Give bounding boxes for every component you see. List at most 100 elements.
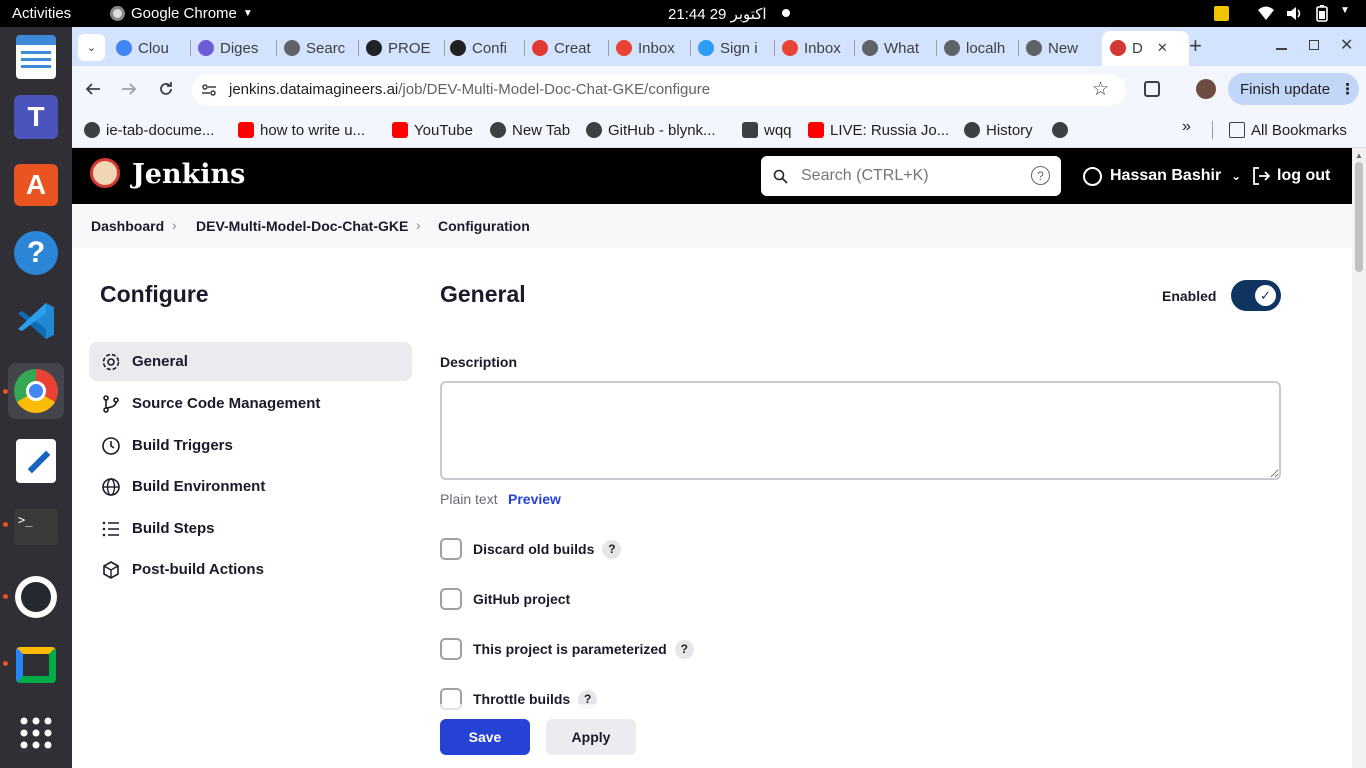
system-top-bar: Activities Google Chrome ▼ 21:44 29 اکتو… xyxy=(0,0,1366,27)
bookmark-item[interactable]: History xyxy=(964,119,1033,141)
close-window-button[interactable]: ✕ xyxy=(1340,35,1353,55)
wifi-icon[interactable] xyxy=(1257,5,1275,21)
maximize-button[interactable] xyxy=(1309,40,1319,50)
bookmark-label: New Tab xyxy=(512,121,571,139)
jenkins-search-input[interactable] xyxy=(801,164,1021,188)
tab[interactable]: D ✕ xyxy=(1110,34,1168,62)
option-label[interactable]: Discard old builds xyxy=(473,541,594,557)
tab[interactable]: Creat xyxy=(532,34,606,62)
tab[interactable]: PROE xyxy=(366,34,442,62)
tab[interactable]: Searc xyxy=(284,34,356,62)
bookmark-globe[interactable] xyxy=(1052,119,1074,141)
breadcrumb-dashboard[interactable]: Dashboard xyxy=(91,218,164,234)
jenkins-search-box[interactable]: ? xyxy=(761,156,1061,196)
more-bookmarks-icon[interactable]: » xyxy=(1182,118,1191,136)
logout-link[interactable]: log out xyxy=(1251,165,1330,187)
dock-help-app[interactable]: ? xyxy=(8,225,64,281)
bookmark-item[interactable]: how to write u... xyxy=(238,119,365,141)
close-tab-icon[interactable]: ✕ xyxy=(1157,40,1168,56)
tab-search-button[interactable]: ⌄ xyxy=(78,34,105,61)
back-icon[interactable] xyxy=(85,81,101,97)
dock-vscode-app[interactable] xyxy=(8,293,64,349)
app-menu[interactable]: Google Chrome ▼ xyxy=(110,5,253,22)
search-help-icon[interactable]: ? xyxy=(1031,166,1050,185)
reload-icon[interactable] xyxy=(158,81,174,97)
option-checkbox[interactable] xyxy=(440,638,462,660)
page-scrollbar[interactable]: ▲ xyxy=(1352,148,1366,768)
bookmark-item[interactable]: ie-tab-docume... xyxy=(84,119,214,141)
tab-separator xyxy=(444,40,445,56)
sidebar-item-post-build-actions[interactable]: Post-build Actions xyxy=(89,550,412,589)
clock[interactable]: 21:44 29 اکتوبر xyxy=(668,5,767,23)
scrollbar-thumb[interactable] xyxy=(1355,162,1363,272)
battery-icon[interactable] xyxy=(1316,5,1328,22)
site-info-icon[interactable] xyxy=(201,82,217,98)
tab[interactable]: Clou xyxy=(116,34,188,62)
apply-button[interactable]: Apply xyxy=(546,719,636,755)
dock-notes-app[interactable] xyxy=(8,433,64,489)
power-menu-icon[interactable]: ▼ xyxy=(1340,5,1350,16)
dock-text-editor-app[interactable] xyxy=(8,29,64,85)
jenkins-logo[interactable] xyxy=(90,156,122,196)
sidebar-item-build-environment[interactable]: Build Environment xyxy=(89,467,412,506)
activities-button[interactable]: Activities xyxy=(12,5,71,22)
description-textarea[interactable] xyxy=(440,381,1281,480)
profile-avatar[interactable] xyxy=(1196,79,1216,99)
save-button[interactable]: Save xyxy=(440,719,530,755)
sidebar-item-general[interactable]: General xyxy=(89,342,412,381)
tab[interactable]: Diges xyxy=(198,34,274,62)
option-checkbox[interactable] xyxy=(440,538,462,560)
notes-icon[interactable] xyxy=(1214,6,1229,21)
address-bar[interactable]: jenkins.dataimagineers.ai/job/DEV-Multi-… xyxy=(192,74,1126,106)
list-icon xyxy=(102,521,119,537)
dock-software-app[interactable]: A xyxy=(8,157,64,213)
help-icon[interactable]: ? xyxy=(674,639,694,659)
tab-label: D xyxy=(1132,39,1143,57)
dock-github-app[interactable] xyxy=(8,569,64,625)
forward-icon[interactable] xyxy=(121,81,137,97)
show-apps-button[interactable] xyxy=(8,705,64,761)
bookmark-item[interactable]: LIVE: Russia Jo... xyxy=(808,119,949,141)
new-tab-button[interactable]: + xyxy=(1189,33,1202,59)
sidebar-item-build-steps[interactable]: Build Steps xyxy=(89,509,412,548)
option-label[interactable]: This project is parameterized xyxy=(473,641,667,657)
bookmark-item[interactable]: YouTube xyxy=(392,119,473,141)
minimize-button[interactable] xyxy=(1276,48,1287,50)
dock-chrome-app[interactable] xyxy=(8,363,64,419)
finish-update-button[interactable]: Finish update ⋮ xyxy=(1228,73,1359,105)
extensions-puzzle-icon[interactable] xyxy=(1144,81,1160,97)
sidebar-item-build-triggers[interactable]: Build Triggers xyxy=(89,426,412,465)
tab[interactable]: Inbox xyxy=(782,34,852,62)
help-icon[interactable]: ? xyxy=(602,539,622,559)
tab[interactable]: New xyxy=(1026,34,1098,62)
option-label[interactable]: GitHub project xyxy=(473,591,570,607)
breadcrumb-job[interactable]: DEV-Multi-Model-Doc-Chat-GKE xyxy=(196,218,408,234)
bookmark-star-icon[interactable]: ☆ xyxy=(1092,78,1109,101)
bookmark-item[interactable]: New Tab xyxy=(490,119,570,141)
dock-terminal-app[interactable]: >_ xyxy=(8,499,64,555)
user-menu[interactable]: Hassan Bashir ⌄ xyxy=(1083,165,1241,187)
tab[interactable]: Sign i xyxy=(698,34,772,62)
tab[interactable]: localh xyxy=(944,34,1016,62)
tab-separator xyxy=(524,40,525,56)
tab[interactable]: What xyxy=(862,34,934,62)
preview-link[interactable]: Preview xyxy=(508,491,561,507)
user-name: Hassan Bashir xyxy=(1110,167,1222,184)
tab[interactable]: Inbox xyxy=(616,34,688,62)
enabled-toggle[interactable]: ✓ xyxy=(1231,280,1281,311)
bookmark-item[interactable]: wqq xyxy=(742,119,792,141)
scroll-up-icon[interactable]: ▲ xyxy=(1355,151,1363,160)
breadcrumb-configuration[interactable]: Configuration xyxy=(438,218,530,234)
jenkins-brand[interactable]: Jenkins xyxy=(132,159,245,190)
option-checkbox[interactable] xyxy=(440,588,462,610)
globe-icon xyxy=(102,478,120,496)
volume-icon[interactable] xyxy=(1286,6,1302,21)
github-icon xyxy=(366,40,382,56)
bookmark-item[interactable]: GitHub - blynk... xyxy=(586,119,716,141)
sidebar-item-source-code-management[interactable]: Source Code Management xyxy=(89,384,412,423)
dock-chat-app[interactable] xyxy=(8,637,64,693)
tab[interactable]: Confi xyxy=(450,34,522,62)
all-bookmarks-button[interactable]: All Bookmarks xyxy=(1229,119,1347,141)
tab-label: Creat xyxy=(554,39,591,57)
dock-teams-app[interactable]: T xyxy=(8,89,64,145)
